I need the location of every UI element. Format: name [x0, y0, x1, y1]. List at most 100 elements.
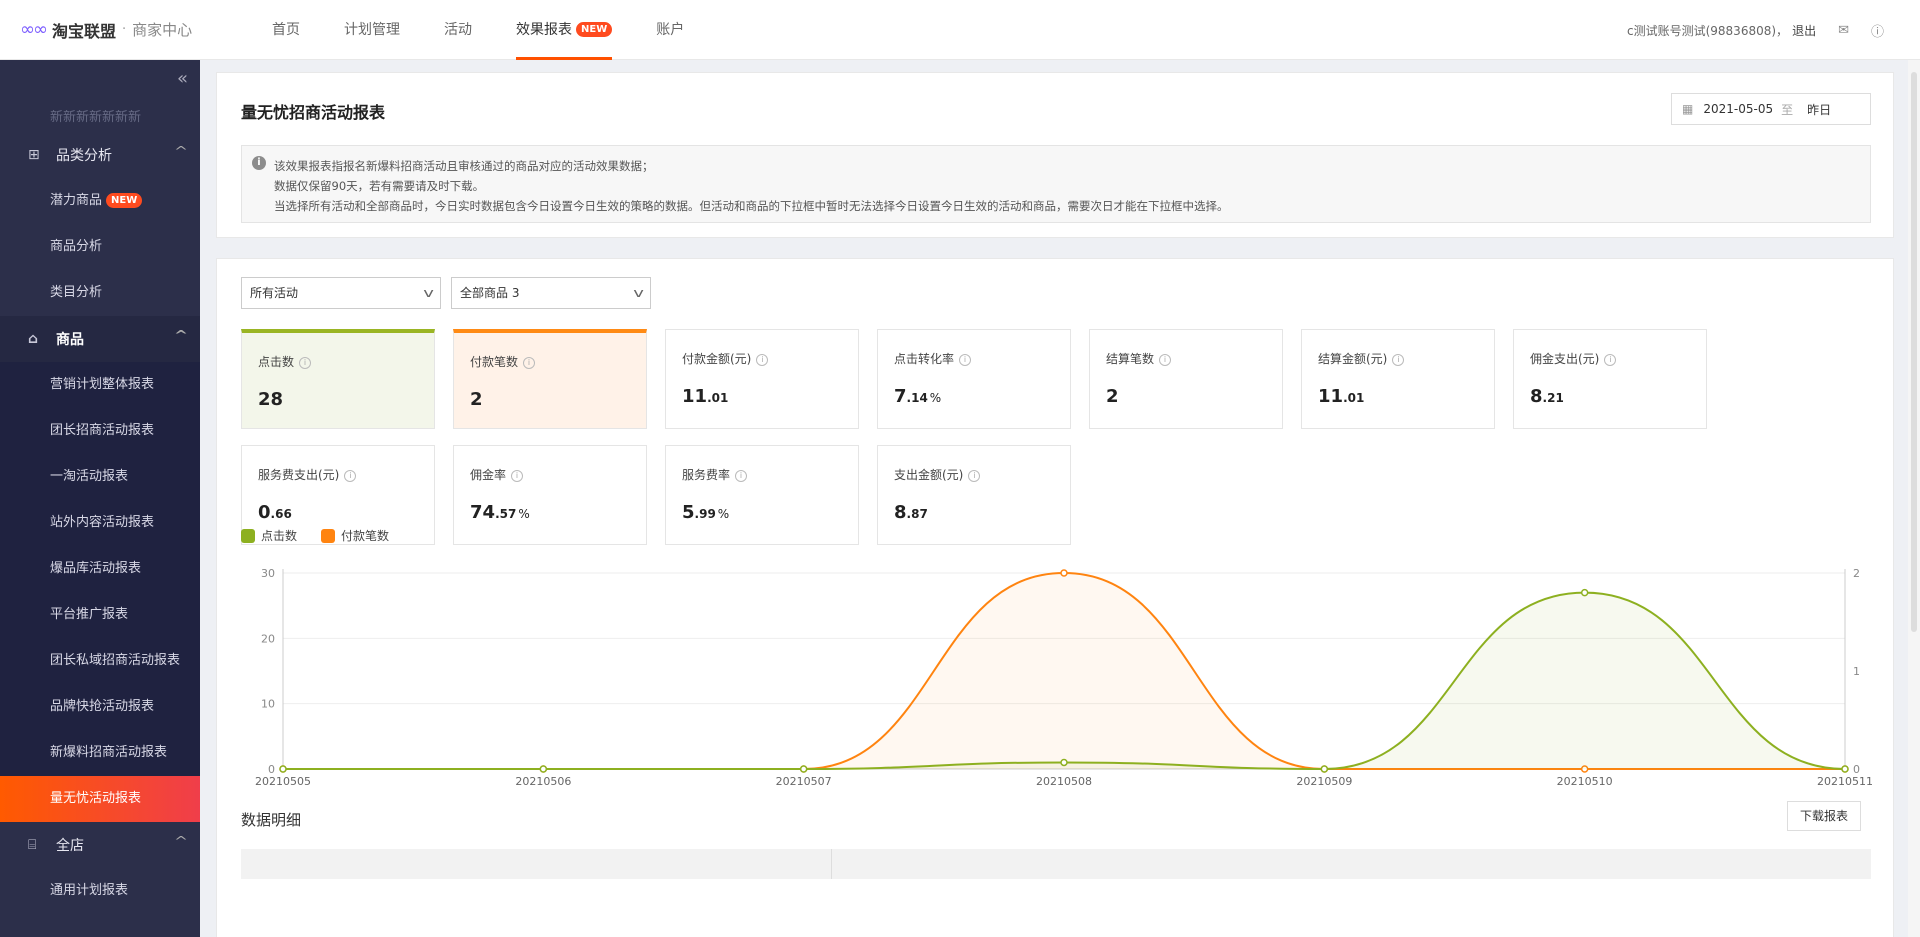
- legend-item-payments[interactable]: 付款笔数: [321, 527, 389, 544]
- user-account: c测试账号测试(98836808): [1627, 23, 1777, 38]
- kpi-value: 7.14%: [894, 386, 941, 407]
- kpi-card[interactable]: 支出金额(元) i 8.87: [877, 445, 1071, 545]
- kpi-value-decimal: .57: [495, 507, 517, 521]
- kpi-card[interactable]: 付款金额(元) i 11.01: [665, 329, 859, 429]
- sidebar-item-lwy-report[interactable]: 量无忧活动报表: [0, 776, 200, 822]
- sidebar-group-label: 品类分析: [56, 148, 112, 164]
- sidebar-item-etao-report[interactable]: 一淘活动报表: [0, 454, 200, 500]
- kpi-label-text: 服务费支出(元): [258, 468, 340, 482]
- download-report-button[interactable]: 下载报表: [1786, 801, 1861, 831]
- sidebar-item-general-report[interactable]: 通用计划报表: [0, 868, 200, 914]
- kpi-card[interactable]: 结算笔数 i 2: [1089, 329, 1283, 429]
- sidebar-item-partial[interactable]: 新新新新新新新: [0, 110, 200, 132]
- goods-select[interactable]: 全部商品 3 v: [451, 277, 651, 309]
- kpi-value-decimal: .14: [906, 391, 928, 405]
- sidebar-item-private-report[interactable]: 团长私域招商活动报表: [0, 638, 200, 684]
- sidebar-item-hot-report[interactable]: 爆品库活动报表: [0, 546, 200, 592]
- user-separator: ，: [1776, 23, 1789, 38]
- top-nav: 首页 计划管理 活动 效果报表 NEW 账户: [250, 0, 706, 60]
- kpi-card[interactable]: 服务费率 i 5.99%: [665, 445, 859, 545]
- kpi-label-text: 佣金支出(元): [1530, 352, 1600, 366]
- kpi-card[interactable]: 付款笔数 i 2: [453, 329, 647, 429]
- kpi-label: 佣金支出(元) i: [1530, 350, 1617, 367]
- help-icon[interactable]: i: [1604, 353, 1617, 366]
- help-icon[interactable]: i: [1392, 353, 1405, 366]
- date-start: 2021-05-05: [1703, 102, 1774, 116]
- y-left-tick-label: 20: [261, 632, 275, 645]
- nav-home[interactable]: 首页: [250, 0, 322, 60]
- detail-title: 数据明细: [241, 811, 302, 829]
- help-icon[interactable]: i: [523, 356, 536, 369]
- nav-report[interactable]: 效果报表 NEW: [494, 0, 634, 60]
- y-right-tick-label: 1: [1853, 665, 1860, 678]
- nav-plan[interactable]: 计划管理: [322, 0, 422, 60]
- sidebar-item-leader-report[interactable]: 团长招商活动报表: [0, 408, 200, 454]
- report-header-card: 量无忧招商活动报表 ▦ 2021-05-05 至 昨日 i 该效果报表指报名新爆…: [216, 72, 1894, 238]
- chevron-up-icon: ^: [173, 328, 189, 342]
- chevron-down-icon: v: [423, 286, 434, 300]
- help-icon[interactable]: i: [756, 353, 769, 366]
- kpi-label: 服务费支出(元) i: [258, 466, 357, 483]
- data-point: [1580, 588, 1589, 597]
- kpi-value-int: 8: [894, 502, 907, 523]
- kpi-card[interactable]: 结算金额(元) i 11.01: [1301, 329, 1495, 429]
- scrollbar-thumb[interactable]: [1911, 72, 1917, 632]
- data-point: [1320, 765, 1329, 773]
- x-tick-label: 20210511: [1817, 775, 1873, 788]
- kpi-value-unit: %: [929, 391, 942, 405]
- sidebar-item-new-report[interactable]: 新爆料招商活动报表: [0, 730, 200, 776]
- nav-label: 效果报表: [516, 21, 572, 38]
- x-tick-label: 20210505: [255, 775, 311, 788]
- logo-mark-icon: ∞∞: [20, 19, 48, 40]
- kpi-label: 结算金额(元) i: [1318, 350, 1405, 367]
- help-icon[interactable]: i: [735, 469, 748, 482]
- sidebar-item-brand-report[interactable]: 品牌快抢活动报表: [0, 684, 200, 730]
- nav-account[interactable]: 账户: [634, 0, 706, 60]
- collapse-sidebar-icon[interactable]: «: [177, 68, 188, 89]
- kpi-value-int: 2: [470, 389, 483, 410]
- help-icon[interactable]: i: [299, 356, 312, 369]
- kpi-label: 付款笔数 i: [470, 353, 536, 370]
- nav-activity[interactable]: 活动: [422, 0, 494, 60]
- help-icon[interactable]: i: [511, 469, 524, 482]
- help-icon[interactable]: i: [959, 353, 972, 366]
- help-icon[interactable]: ⓘ: [1871, 21, 1884, 40]
- page-scrollbar[interactable]: [1908, 60, 1920, 937]
- sidebar-item-category-analysis[interactable]: 类目分析: [0, 270, 200, 316]
- kpi-card[interactable]: 佣金率 i 74.57%: [453, 445, 647, 545]
- date-range-picker[interactable]: ▦ 2021-05-05 至 昨日: [1671, 93, 1871, 125]
- notice-box: i 该效果报表指报名新爆料招商活动且审核通过的商品对应的活动效果数据； 数据仅保…: [241, 145, 1871, 223]
- brand-name: 淘宝联盟: [52, 21, 117, 41]
- sidebar-item-offsite-report[interactable]: 站外内容活动报表: [0, 500, 200, 546]
- sidebar-item-potential-goods[interactable]: 潜力商品 NEW: [0, 178, 200, 224]
- sidebar-item-label: 潜力商品: [50, 193, 103, 208]
- kpi-value: 74.57%: [470, 502, 530, 523]
- help-icon[interactable]: i: [1159, 353, 1172, 366]
- kpi-card[interactable]: 佣金支出(元) i 8.21: [1513, 329, 1707, 429]
- kpi-label-text: 结算笔数: [1106, 352, 1155, 366]
- mail-icon[interactable]: ✉: [1838, 23, 1849, 38]
- sidebar-item-platform-report[interactable]: 平台推广报表: [0, 592, 200, 638]
- help-icon[interactable]: i: [968, 469, 981, 482]
- sidebar-item-goods-analysis[interactable]: 商品分析: [0, 224, 200, 270]
- data-point: [1060, 569, 1068, 577]
- help-icon[interactable]: i: [344, 469, 357, 482]
- logout-link[interactable]: 退出: [1792, 22, 1816, 39]
- kpi-value: 8.87: [894, 502, 930, 523]
- logo[interactable]: ∞∞ 淘宝联盟 · 商家中心: [0, 18, 250, 42]
- goods-select-value: 全部商品 3: [460, 286, 520, 300]
- date-end: 昨日: [1807, 102, 1832, 117]
- legend-item-clicks[interactable]: 点击数: [241, 527, 297, 544]
- data-point: [1060, 758, 1068, 767]
- kpi-card[interactable]: 点击转化率 i 7.14%: [877, 329, 1071, 429]
- kpi-card[interactable]: 点击数 i 28: [241, 329, 435, 429]
- sidebar-group-label: 全店: [56, 838, 84, 854]
- sidebar-group-category[interactable]: ⊞ 品类分析 ^: [0, 132, 200, 178]
- sidebar-item-marketing-report[interactable]: 营销计划整体报表: [0, 362, 200, 408]
- sidebar-group-store[interactable]: ⌸ 全店 ^: [0, 822, 200, 868]
- sidebar-group-goods[interactable]: ⌂ 商品 ^: [0, 316, 200, 362]
- kpi-label-text: 付款笔数: [470, 355, 519, 369]
- chevron-up-icon: ^: [173, 834, 189, 848]
- activity-select[interactable]: 所有活动 v: [241, 277, 441, 309]
- store-icon: ⌸: [28, 837, 37, 853]
